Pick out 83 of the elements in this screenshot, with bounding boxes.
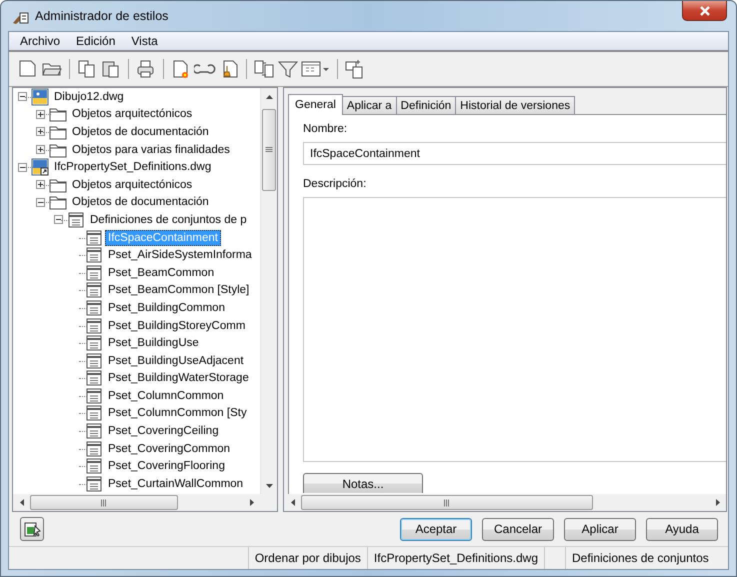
vertical-scrollbar[interactable] (260, 88, 277, 494)
tree-item[interactable]: IfcPropertySet_Definitions.dwg (51, 159, 214, 176)
tree-item[interactable]: Dibujo12.dwg (51, 88, 127, 105)
list-icon (85, 281, 103, 300)
list-icon (85, 386, 103, 405)
status-text: IfcPropertySet_Definitions.dwg (366, 547, 544, 569)
list-icon (67, 210, 85, 229)
tab[interactable]: Definición (396, 96, 456, 114)
tree-item[interactable]: Pset_BuildingUse (105, 335, 202, 352)
expand-icon[interactable] (36, 180, 44, 190)
window-title: Administrador de estilos (35, 9, 170, 23)
collapse-icon[interactable] (18, 162, 26, 172)
menu-item[interactable]: Archivo (12, 34, 68, 48)
tree-item[interactable]: Pset_ColumnCommon [Sty (105, 405, 250, 422)
scrollbar-thumb[interactable] (30, 495, 178, 510)
tree-item[interactable]: Pset_BuildingCommon (105, 300, 228, 316)
list-icon (85, 440, 103, 458)
list-icon (85, 298, 103, 317)
scrollbar-thumb[interactable] (301, 495, 593, 510)
status-text: Ordenar por dibujos (248, 547, 367, 569)
menu-item[interactable]: Vista (123, 34, 166, 48)
expand-icon[interactable] (36, 127, 44, 136)
list-icon (85, 404, 103, 422)
scroll-right-icon[interactable] (716, 499, 720, 506)
tree-item[interactable]: Pset_BeamCommon (105, 264, 218, 281)
list-icon (85, 457, 103, 476)
list-icon (85, 264, 103, 282)
list-icon (85, 334, 103, 352)
scroll-left-icon[interactable] (20, 499, 24, 506)
dialog-button[interactable]: Cancelar (482, 518, 554, 540)
collapse-icon[interactable] (18, 92, 26, 102)
tree-item[interactable]: Pset_CurtainWallCommon (105, 476, 246, 492)
tree-item[interactable]: Pset_BuildingUseAdjacent (105, 352, 247, 369)
list-icon (85, 246, 103, 264)
scrollbar-thumb[interactable] (262, 109, 276, 191)
scroll-down-icon[interactable] (266, 484, 273, 488)
expand-icon[interactable] (36, 145, 44, 154)
scroll-right-icon[interactable] (250, 499, 254, 506)
tree-item[interactable]: Pset_BuildingWaterStorage (105, 370, 252, 386)
dialog-button[interactable]: Ayuda (646, 518, 718, 540)
tree-item[interactable]: Pset_CoveringFlooring (105, 458, 228, 474)
linked-drawing-icon (31, 158, 49, 176)
dialog-button[interactable]: Aplicar (564, 518, 636, 540)
tree-item[interactable]: Pset_ColumnCommon (105, 388, 227, 404)
tree-item[interactable]: Objetos de documentación (69, 194, 212, 210)
tab[interactable]: Aplicar a (342, 96, 397, 114)
list-icon (85, 474, 103, 493)
tab[interactable]: Historial de versiones (455, 96, 576, 114)
tree-item[interactable]: Definiciones de conjuntos de p (87, 212, 250, 228)
collapse-icon[interactable] (36, 198, 44, 207)
expand-icon[interactable] (36, 110, 44, 119)
compare-icon[interactable] (253, 58, 275, 80)
dialog-button[interactable]: Aceptar (400, 518, 472, 540)
tree-item[interactable]: Pset_CoveringCommon (105, 440, 234, 457)
list-icon (85, 316, 103, 335)
tree-item[interactable]: Objetos arquitectónicos (69, 106, 196, 122)
name-field[interactable]: IfcSpaceContainment (303, 142, 726, 165)
menu-item[interactable]: Edición (68, 34, 124, 48)
scroll-up-icon[interactable] (266, 94, 273, 98)
close-button[interactable] (682, 1, 727, 21)
tab[interactable]: General (288, 94, 343, 115)
list-icon (85, 369, 103, 388)
collapse-icon[interactable] (54, 215, 62, 224)
field-label: Descripción: (303, 178, 368, 190)
tree-item[interactable]: Pset_CoveringCeiling (105, 423, 222, 440)
list-icon (85, 422, 103, 440)
field-label: Nombre: (303, 123, 348, 135)
tree-item[interactable]: Pset_BuildingStoreyComm (105, 318, 248, 334)
status-text: Definiciones de conjuntos (565, 547, 728, 569)
tree-item[interactable]: Pset_AirSideSystemInforma (105, 247, 255, 264)
tree-item[interactable]: Pset_BeamCommon [Style] (105, 282, 252, 298)
list-icon (85, 228, 103, 247)
close-icon (698, 6, 710, 16)
tree-item[interactable]: Objetos arquitectónicos (69, 176, 196, 193)
horizontal-scrollbar[interactable] (13, 494, 260, 511)
tree-item[interactable]: Objetos para varias finalidades (69, 142, 233, 158)
document-icon (23, 520, 41, 538)
scroll-left-icon[interactable] (290, 499, 294, 506)
list-icon (85, 352, 103, 370)
icon-button[interactable] (20, 517, 44, 541)
description-field[interactable] (303, 197, 726, 462)
notes-button[interactable]: Notas... (303, 473, 423, 493)
tree-item[interactable]: Objetos de documentación (69, 124, 212, 140)
